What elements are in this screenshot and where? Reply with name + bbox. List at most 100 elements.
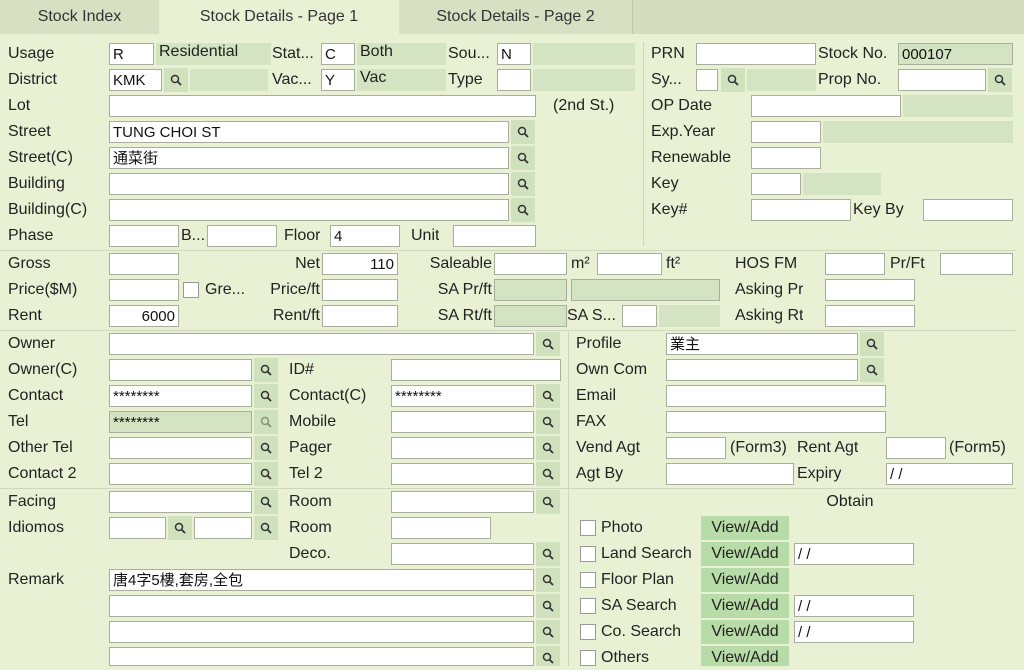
key-by-field[interactable] (923, 199, 1013, 221)
gre-checkbox[interactable] (183, 282, 199, 298)
facing-lookup-button[interactable] (254, 490, 278, 514)
unit-field[interactable] (453, 225, 536, 247)
remark-lookup-button-4[interactable] (536, 646, 560, 666)
own-com-lookup-button[interactable] (860, 358, 884, 382)
street-c-lookup-button[interactable] (511, 146, 535, 170)
idiomos-lookup-button-2[interactable] (254, 516, 278, 540)
expiry-field[interactable]: / / (886, 463, 1013, 485)
prn-field[interactable] (696, 43, 816, 65)
other-tel-field[interactable] (109, 437, 252, 459)
fax-field[interactable] (666, 411, 886, 433)
block-field[interactable] (207, 225, 277, 247)
exp-year-field[interactable] (751, 121, 821, 143)
others-checkbox[interactable] (580, 650, 596, 666)
phase-field[interactable] (109, 225, 179, 247)
price-field[interactable] (109, 279, 179, 301)
profile-field[interactable]: 業主 (666, 333, 858, 355)
prop-no-field[interactable] (898, 69, 986, 91)
own-com-field[interactable] (666, 359, 858, 381)
remark-lookup-button-1[interactable] (536, 568, 560, 592)
hos-fm-field[interactable] (825, 253, 885, 275)
mobile-lookup-button[interactable] (536, 410, 560, 434)
agt-by-field[interactable] (666, 463, 794, 485)
sa-search-view-add-button[interactable]: View/Add (701, 594, 789, 618)
idiomos-field-1[interactable] (109, 517, 166, 539)
op-date-field[interactable] (751, 95, 901, 117)
status-field[interactable]: C (321, 43, 355, 65)
other-tel-lookup-button[interactable] (254, 436, 278, 460)
owner-field[interactable] (109, 333, 534, 355)
contact-lookup-button[interactable] (254, 384, 278, 408)
saleable-m2-field[interactable] (494, 253, 567, 275)
photo-checkbox[interactable] (580, 520, 596, 536)
remark-lookup-button-2[interactable] (536, 594, 560, 618)
building-c-lookup-button[interactable] (511, 198, 535, 222)
floor-plan-view-add-button[interactable]: View/Add (701, 568, 789, 592)
asking-rt-field[interactable] (825, 305, 915, 327)
sa-s-field[interactable] (622, 305, 657, 327)
remark-line-3[interactable] (109, 621, 534, 643)
email-field[interactable] (666, 385, 886, 407)
contact2-field[interactable] (109, 463, 252, 485)
floor-plan-checkbox[interactable] (580, 572, 596, 588)
tel-lookup-button[interactable] (254, 410, 278, 434)
renewable-field[interactable] (751, 147, 821, 169)
type-field[interactable] (497, 69, 531, 91)
owner-lookup-button[interactable] (536, 332, 560, 356)
deco-field[interactable] (391, 543, 534, 565)
tel2-field[interactable] (391, 463, 534, 485)
prop-no-lookup-button[interactable] (988, 68, 1012, 92)
sa-search-date-field[interactable]: / / (794, 595, 914, 617)
street-lookup-button[interactable] (511, 120, 535, 144)
building-lookup-button[interactable] (511, 172, 535, 196)
pager-lookup-button[interactable] (536, 436, 560, 460)
gross-field[interactable] (109, 253, 179, 275)
building-c-field[interactable] (109, 199, 509, 221)
remark-lookup-button-3[interactable] (536, 620, 560, 644)
land-search-date-field[interactable]: / / (794, 543, 914, 565)
photo-view-add-button[interactable]: View/Add (701, 516, 789, 540)
facing-field[interactable] (109, 491, 252, 513)
vend-agt-field[interactable] (666, 437, 726, 459)
idiomos-field-2[interactable] (194, 517, 252, 539)
profile-lookup-button[interactable] (860, 332, 884, 356)
land-search-view-add-button[interactable]: View/Add (701, 542, 789, 566)
id-no-field[interactable] (391, 359, 561, 381)
co-search-date-field[interactable]: / / (794, 621, 914, 643)
street-field[interactable]: TUNG CHOI ST (109, 121, 509, 143)
remark-line-1[interactable]: 唐4字5樓,套房,全包 (109, 569, 534, 591)
key-field[interactable] (751, 173, 801, 195)
tel2-lookup-button[interactable] (536, 462, 560, 486)
net-field[interactable]: 110 (322, 253, 398, 275)
deco-lookup-button[interactable] (536, 542, 560, 566)
key-no-field[interactable] (751, 199, 851, 221)
sy-lookup-button[interactable] (721, 68, 745, 92)
contact2-lookup-button[interactable] (254, 462, 278, 486)
source-field[interactable]: N (497, 43, 531, 65)
pr-ft-field[interactable] (940, 253, 1013, 275)
room2-field[interactable] (391, 517, 491, 539)
saleable-ft2-field[interactable] (597, 253, 662, 275)
owner-c-lookup-button[interactable] (254, 358, 278, 382)
remark-line-2[interactable] (109, 595, 534, 617)
tab-stock-details-page-2[interactable]: Stock Details - Page 2 (399, 0, 633, 34)
vacant-field[interactable]: Y (321, 69, 355, 91)
contact-field[interactable]: ******** (109, 385, 252, 407)
co-search-checkbox[interactable] (580, 624, 596, 640)
contact-c-field[interactable]: ******** (391, 385, 534, 407)
usage-field[interactable]: R (109, 43, 154, 65)
building-field[interactable] (109, 173, 509, 195)
tab-stock-details-page-1[interactable]: Stock Details - Page 1 (159, 0, 399, 34)
rent-agt-field[interactable] (886, 437, 946, 459)
rent-field[interactable]: 6000 (109, 305, 179, 327)
sa-search-checkbox[interactable] (580, 598, 596, 614)
owner-c-field[interactable] (109, 359, 252, 381)
district-field[interactable]: KMK (109, 69, 162, 91)
land-search-checkbox[interactable] (580, 546, 596, 562)
district-lookup-button[interactable] (164, 68, 188, 92)
others-view-add-button[interactable]: View/Add (701, 646, 789, 666)
price-ft-field[interactable] (322, 279, 398, 301)
floor-field[interactable]: 4 (330, 225, 400, 247)
asking-pr-field[interactable] (825, 279, 915, 301)
remark-line-4[interactable] (109, 647, 534, 666)
